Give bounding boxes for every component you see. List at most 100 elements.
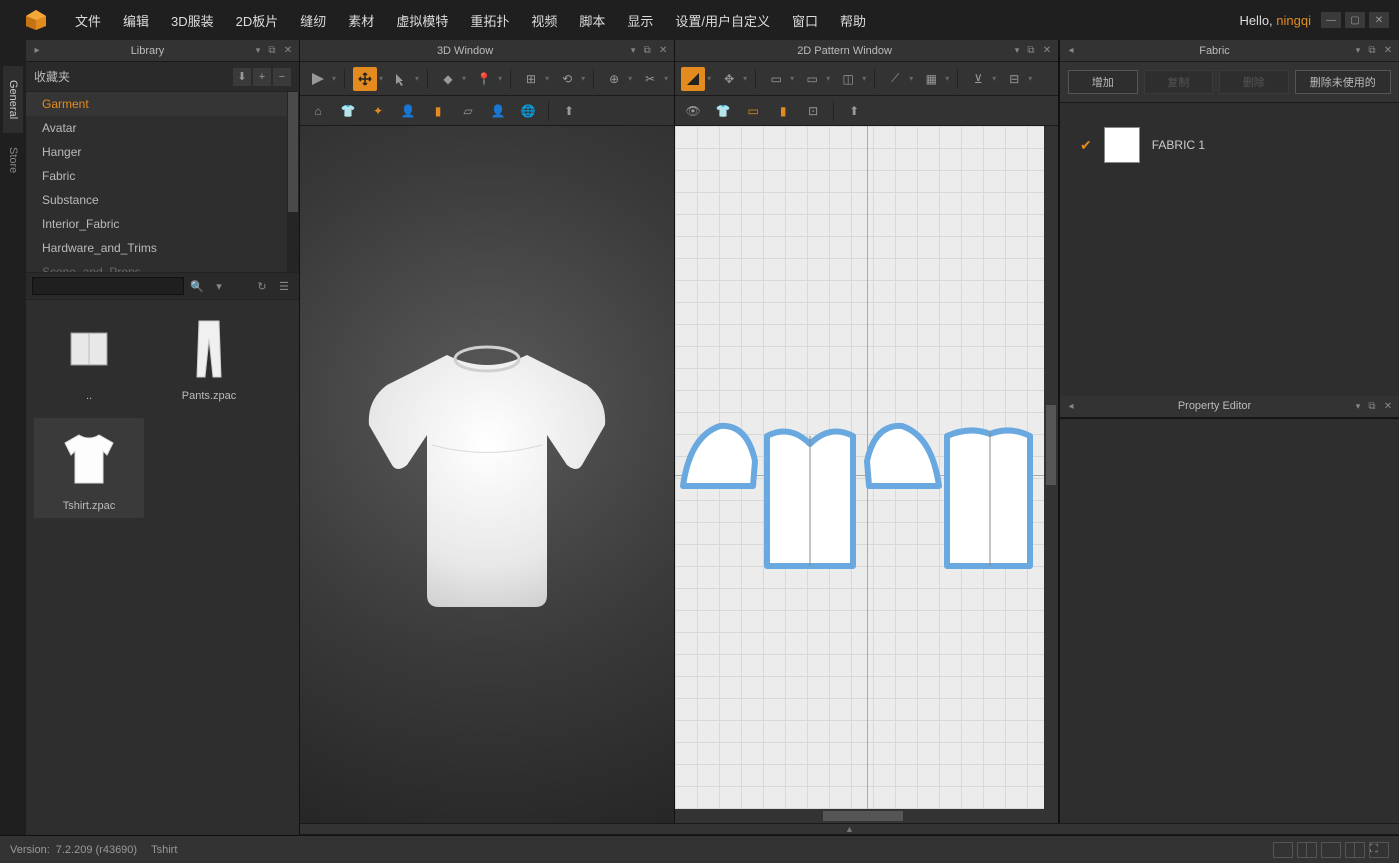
seam-segment-icon[interactable]: ⟋	[883, 67, 907, 91]
favorites-add-icon[interactable]: +	[253, 68, 271, 86]
tack-icon[interactable]: ⊕	[602, 67, 626, 91]
panel-dropdown-icon[interactable]: ▾	[626, 45, 640, 56]
gizmo-icon[interactable]: ◆	[436, 67, 460, 91]
menu-help[interactable]: 帮助	[829, 0, 877, 40]
menu-3d-garment[interactable]: 3D服装	[160, 0, 225, 40]
category-fabric[interactable]: Fabric	[26, 164, 299, 188]
panel-popout-icon[interactable]: ⧉	[1365, 399, 1379, 413]
category-hanger[interactable]: Hanger	[26, 140, 299, 164]
refresh-icon[interactable]: ↻	[253, 277, 271, 295]
panel-close-icon[interactable]: ✕	[1381, 44, 1395, 58]
sidebar-tab-store[interactable]: Store	[3, 133, 23, 187]
layout-quad-button[interactable]	[1345, 842, 1365, 858]
panel-popout-icon[interactable]: ⧉	[1024, 44, 1038, 58]
favorites-remove-icon[interactable]: −	[273, 68, 291, 86]
search-icon[interactable]: 🔍	[188, 277, 206, 295]
2d-scrollbar-vertical[interactable]	[1044, 126, 1058, 823]
seam-free-icon[interactable]: ▦	[919, 67, 943, 91]
layout-split-v-button[interactable]	[1297, 842, 1317, 858]
menu-sewing[interactable]: 缝纫	[289, 0, 337, 40]
edit-pattern-icon[interactable]	[681, 67, 705, 91]
file-item-tshirt[interactable]: Tshirt.zpac	[34, 418, 144, 518]
panel-popout-icon[interactable]: ⧉	[1365, 44, 1379, 58]
show-bones-icon[interactable]: 👤	[486, 99, 510, 123]
list-view-icon[interactable]: ☰	[275, 277, 293, 295]
polygon-icon[interactable]: ▭	[764, 67, 788, 91]
2d-canvas[interactable]	[675, 126, 1058, 823]
menu-materials[interactable]: 素材	[337, 0, 385, 40]
file-item-pants[interactable]: Pants.zpac	[154, 308, 264, 408]
layout-single-button[interactable]	[1273, 842, 1293, 858]
panel-dropdown-icon[interactable]: ▾	[251, 45, 265, 56]
panel-popout-icon[interactable]: ⧉	[640, 44, 654, 58]
category-scrollbar-thumb[interactable]	[288, 92, 298, 212]
transform-pattern-icon[interactable]: ✥	[717, 67, 741, 91]
menu-script[interactable]: 脚本	[568, 0, 616, 40]
scrollbar-thumb[interactable]	[823, 811, 903, 821]
fold-icon[interactable]: ⟲	[555, 67, 579, 91]
menu-avatar[interactable]: 虚拟模特	[385, 0, 459, 40]
select-move-icon[interactable]	[353, 67, 377, 91]
fabric-item[interactable]: ✔ FABRIC 1	[1072, 123, 1387, 167]
bottom-collapse-bar[interactable]: ▲	[300, 823, 1399, 835]
fabric-delete-button[interactable]: 删除	[1219, 70, 1289, 94]
panel-popout-icon[interactable]: ⧉	[265, 44, 279, 58]
category-scrollbar[interactable]	[287, 92, 299, 272]
category-avatar[interactable]: Avatar	[26, 116, 299, 140]
window-minimize-button[interactable]: —	[1321, 12, 1341, 28]
category-garment[interactable]: Garment	[26, 92, 299, 116]
show-seamlines-icon[interactable]: ▮	[771, 99, 795, 123]
seam-allowance-icon[interactable]: ⊟	[1002, 67, 1026, 91]
scrollbar-thumb[interactable]	[1046, 405, 1056, 485]
show-garment-2d-icon[interactable]: 👕	[711, 99, 735, 123]
texture-surface-icon[interactable]: ✦	[366, 99, 390, 123]
select-mesh-icon[interactable]	[389, 67, 413, 91]
panel-close-icon[interactable]: ✕	[1040, 44, 1054, 58]
category-interior-fabric[interactable]: Interior_Fabric	[26, 212, 299, 236]
panel-close-icon[interactable]: ✕	[281, 44, 295, 58]
fabric-add-button[interactable]: 增加	[1068, 70, 1138, 94]
layout-split-h-button[interactable]	[1321, 842, 1341, 858]
show-baselines-icon[interactable]: ▭	[741, 99, 765, 123]
show-avatar-icon[interactable]: 👤	[396, 99, 420, 123]
menu-retopo[interactable]: 重拓扑	[459, 0, 520, 40]
internal-line-icon[interactable]: ◫	[836, 67, 860, 91]
panel-collapse-icon[interactable]: ▸	[30, 44, 44, 58]
library-search-input[interactable]	[32, 277, 184, 295]
fabric-delete-unused-button[interactable]: 删除未使用的	[1295, 70, 1392, 94]
garment-display-icon[interactable]: ⌂	[306, 99, 330, 123]
rectangle-icon[interactable]: ▭	[800, 67, 824, 91]
menu-2d-pattern[interactable]: 2D板片	[225, 0, 290, 40]
arrangement-icon[interactable]: ⊞	[519, 67, 543, 91]
panel-collapse-icon[interactable]: ◂	[1064, 44, 1078, 58]
search-dropdown-icon[interactable]: ▾	[210, 277, 228, 295]
thick-textured-icon[interactable]: ▮	[426, 99, 450, 123]
category-scene-props[interactable]: Scene_and_Props	[26, 260, 299, 272]
window-close-button[interactable]: ✕	[1369, 12, 1389, 28]
sewing-icon[interactable]: ✂	[638, 67, 662, 91]
menu-settings[interactable]: 设置/用户自定义	[664, 0, 781, 40]
favorites-download-icon[interactable]: ⬇	[233, 68, 251, 86]
panel-dropdown-icon[interactable]: ▾	[1351, 401, 1365, 412]
notch-icon[interactable]: ⊻	[966, 67, 990, 91]
2d-scrollbar-horizontal[interactable]	[675, 809, 1044, 823]
simulate-icon[interactable]	[306, 67, 330, 91]
panel-dropdown-icon[interactable]: ▾	[1010, 45, 1024, 56]
menu-display[interactable]: 显示	[616, 0, 664, 40]
file-item-up[interactable]: ..	[34, 308, 144, 408]
export-icon[interactable]: ⬆	[557, 99, 581, 123]
panel-collapse-icon[interactable]: ◂	[1064, 399, 1078, 413]
menu-window[interactable]: 窗口	[781, 0, 829, 40]
sidebar-tab-general[interactable]: General	[3, 66, 23, 133]
export-2d-icon[interactable]: ⬆	[842, 99, 866, 123]
menu-file[interactable]: 文件	[64, 0, 112, 40]
window-maximize-button[interactable]: ▢	[1345, 12, 1365, 28]
menu-edit[interactable]: 编辑	[112, 0, 160, 40]
menu-video[interactable]: 视频	[520, 0, 568, 40]
fabric-copy-button[interactable]: 复制	[1144, 70, 1214, 94]
layout-max-button[interactable]: ⛶	[1369, 842, 1389, 858]
show-grading-icon[interactable]: ⊡	[801, 99, 825, 123]
panel-close-icon[interactable]: ✕	[1381, 399, 1395, 413]
category-hardware-trims[interactable]: Hardware_and_Trims	[26, 236, 299, 260]
pin-icon[interactable]: 📍	[472, 67, 496, 91]
